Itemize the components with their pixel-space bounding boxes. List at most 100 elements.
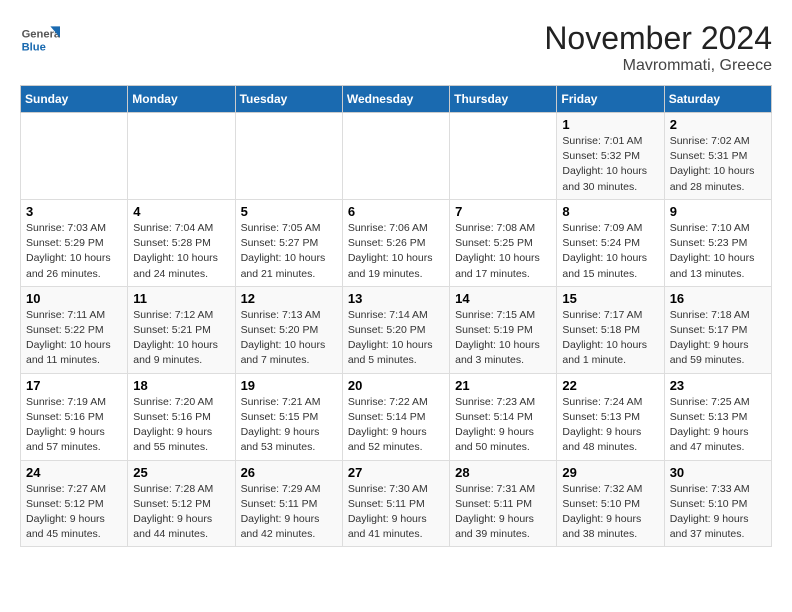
day-info: Sunrise: 7:12 AM Sunset: 5:21 PM Dayligh… [133,308,229,369]
logo-icon: General Blue [20,20,60,60]
day-number: 29 [562,465,658,480]
day-info: Sunrise: 7:02 AM Sunset: 5:31 PM Dayligh… [670,134,766,195]
day-info: Sunrise: 7:22 AM Sunset: 5:14 PM Dayligh… [348,395,444,456]
calendar-cell: 11 Sunrise: 7:12 AM Sunset: 5:21 PM Dayli… [128,286,235,373]
calendar-cell: 19 Sunrise: 7:21 AM Sunset: 5:15 PM Dayli… [235,373,342,460]
day-number: 22 [562,378,658,393]
weekday-header: Saturday [664,86,771,113]
day-number: 3 [26,204,122,219]
page-header: General Blue November 2024 Mavrommati, G… [20,20,772,75]
day-info: Sunrise: 7:24 AM Sunset: 5:13 PM Dayligh… [562,395,658,456]
calendar-cell: 10 Sunrise: 7:11 AM Sunset: 5:22 PM Dayli… [21,286,128,373]
day-number: 7 [455,204,551,219]
calendar-week-row: 1Sunrise: 7:01 AM Sunset: 5:32 PM Daylig… [21,113,772,200]
calendar-cell [235,113,342,200]
day-info: Sunrise: 7:13 AM Sunset: 5:20 PM Dayligh… [241,308,337,369]
day-info: Sunrise: 7:19 AM Sunset: 5:16 PM Dayligh… [26,395,122,456]
calendar-cell [450,113,557,200]
day-info: Sunrise: 7:31 AM Sunset: 5:11 PM Dayligh… [455,482,551,543]
calendar-cell: 15Sunrise: 7:17 AM Sunset: 5:18 PM Dayli… [557,286,664,373]
day-number: 5 [241,204,337,219]
day-number: 10 [26,291,122,306]
day-number: 26 [241,465,337,480]
calendar-cell: 4Sunrise: 7:04 AM Sunset: 5:28 PM Daylig… [128,199,235,286]
calendar-cell: 2 Sunrise: 7:02 AM Sunset: 5:31 PM Daylig… [664,113,771,200]
calendar-cell: 1Sunrise: 7:01 AM Sunset: 5:32 PM Daylig… [557,113,664,200]
calendar-week-row: 3 Sunrise: 7:03 AM Sunset: 5:29 PM Daylig… [21,199,772,286]
calendar-cell: 3 Sunrise: 7:03 AM Sunset: 5:29 PM Daylig… [21,199,128,286]
day-info: Sunrise: 7:06 AM Sunset: 5:26 PM Dayligh… [348,221,444,282]
day-info: Sunrise: 7:18 AM Sunset: 5:17 PM Dayligh… [670,308,766,369]
day-number: 24 [26,465,122,480]
day-info: Sunrise: 7:14 AM Sunset: 5:20 PM Dayligh… [348,308,444,369]
day-number: 9 [670,204,766,219]
calendar-cell: 13 Sunrise: 7:14 AM Sunset: 5:20 PM Dayli… [342,286,449,373]
day-number: 6 [348,204,444,219]
calendar-cell: 9 Sunrise: 7:10 AM Sunset: 5:23 PM Daylig… [664,199,771,286]
calendar-cell: 12 Sunrise: 7:13 AM Sunset: 5:20 PM Dayli… [235,286,342,373]
calendar-cell: 8 Sunrise: 7:09 AM Sunset: 5:24 PM Daylig… [557,199,664,286]
day-info: Sunrise: 7:21 AM Sunset: 5:15 PM Dayligh… [241,395,337,456]
weekday-header: Friday [557,86,664,113]
title-section: November 2024 Mavrommati, Greece [544,20,772,75]
calendar-cell: 24 Sunrise: 7:27 AM Sunset: 5:12 PM Dayli… [21,460,128,547]
calendar-week-row: 17 Sunrise: 7:19 AM Sunset: 5:16 PM Dayli… [21,373,772,460]
calendar-cell: 30 Sunrise: 7:33 AM Sunset: 5:10 PM Dayli… [664,460,771,547]
day-info: Sunrise: 7:33 AM Sunset: 5:10 PM Dayligh… [670,482,766,543]
day-number: 15 [562,291,658,306]
calendar-title: November 2024 [544,20,772,57]
calendar-cell: 20Sunrise: 7:22 AM Sunset: 5:14 PM Dayli… [342,373,449,460]
day-info: Sunrise: 7:04 AM Sunset: 5:28 PM Dayligh… [133,221,229,282]
day-number: 19 [241,378,337,393]
calendar-cell: 22 Sunrise: 7:24 AM Sunset: 5:13 PM Dayli… [557,373,664,460]
calendar-cell: 18Sunrise: 7:20 AM Sunset: 5:16 PM Dayli… [128,373,235,460]
calendar-body: 1Sunrise: 7:01 AM Sunset: 5:32 PM Daylig… [21,113,772,547]
calendar-cell: 6 Sunrise: 7:06 AM Sunset: 5:26 PM Daylig… [342,199,449,286]
day-number: 2 [670,117,766,132]
day-number: 8 [562,204,658,219]
weekday-header: Thursday [450,86,557,113]
calendar-cell: 29 Sunrise: 7:32 AM Sunset: 5:10 PM Dayli… [557,460,664,547]
day-number: 17 [26,378,122,393]
calendar-cell: 14Sunrise: 7:15 AM Sunset: 5:19 PM Dayli… [450,286,557,373]
calendar-cell: 17 Sunrise: 7:19 AM Sunset: 5:16 PM Dayli… [21,373,128,460]
calendar-week-row: 24 Sunrise: 7:27 AM Sunset: 5:12 PM Dayli… [21,460,772,547]
day-number: 13 [348,291,444,306]
calendar-cell: 26 Sunrise: 7:29 AM Sunset: 5:11 PM Dayli… [235,460,342,547]
day-number: 27 [348,465,444,480]
weekday-header: Sunday [21,86,128,113]
day-info: Sunrise: 7:08 AM Sunset: 5:25 PM Dayligh… [455,221,551,282]
day-number: 11 [133,291,229,306]
day-info: Sunrise: 7:27 AM Sunset: 5:12 PM Dayligh… [26,482,122,543]
day-info: Sunrise: 7:11 AM Sunset: 5:22 PM Dayligh… [26,308,122,369]
calendar-cell [128,113,235,200]
logo: General Blue [20,20,60,60]
day-number: 12 [241,291,337,306]
calendar-cell: 27Sunrise: 7:30 AM Sunset: 5:11 PM Dayli… [342,460,449,547]
day-info: Sunrise: 7:32 AM Sunset: 5:10 PM Dayligh… [562,482,658,543]
day-number: 30 [670,465,766,480]
day-number: 23 [670,378,766,393]
calendar-cell [21,113,128,200]
day-number: 14 [455,291,551,306]
weekday-header: Monday [128,86,235,113]
day-info: Sunrise: 7:09 AM Sunset: 5:24 PM Dayligh… [562,221,658,282]
weekday-row: SundayMondayTuesdayWednesdayThursdayFrid… [21,86,772,113]
calendar-cell: 21Sunrise: 7:23 AM Sunset: 5:14 PM Dayli… [450,373,557,460]
day-info: Sunrise: 7:05 AM Sunset: 5:27 PM Dayligh… [241,221,337,282]
day-info: Sunrise: 7:29 AM Sunset: 5:11 PM Dayligh… [241,482,337,543]
day-info: Sunrise: 7:25 AM Sunset: 5:13 PM Dayligh… [670,395,766,456]
day-info: Sunrise: 7:10 AM Sunset: 5:23 PM Dayligh… [670,221,766,282]
calendar-cell: 7 Sunrise: 7:08 AM Sunset: 5:25 PM Daylig… [450,199,557,286]
calendar-cell: 16 Sunrise: 7:18 AM Sunset: 5:17 PM Dayli… [664,286,771,373]
calendar-header: SundayMondayTuesdayWednesdayThursdayFrid… [21,86,772,113]
day-number: 16 [670,291,766,306]
svg-text:Blue: Blue [22,41,46,53]
calendar-cell: 25Sunrise: 7:28 AM Sunset: 5:12 PM Dayli… [128,460,235,547]
day-number: 21 [455,378,551,393]
weekday-header: Tuesday [235,86,342,113]
day-number: 18 [133,378,229,393]
day-info: Sunrise: 7:03 AM Sunset: 5:29 PM Dayligh… [26,221,122,282]
calendar-cell: 23 Sunrise: 7:25 AM Sunset: 5:13 PM Dayli… [664,373,771,460]
day-info: Sunrise: 7:28 AM Sunset: 5:12 PM Dayligh… [133,482,229,543]
